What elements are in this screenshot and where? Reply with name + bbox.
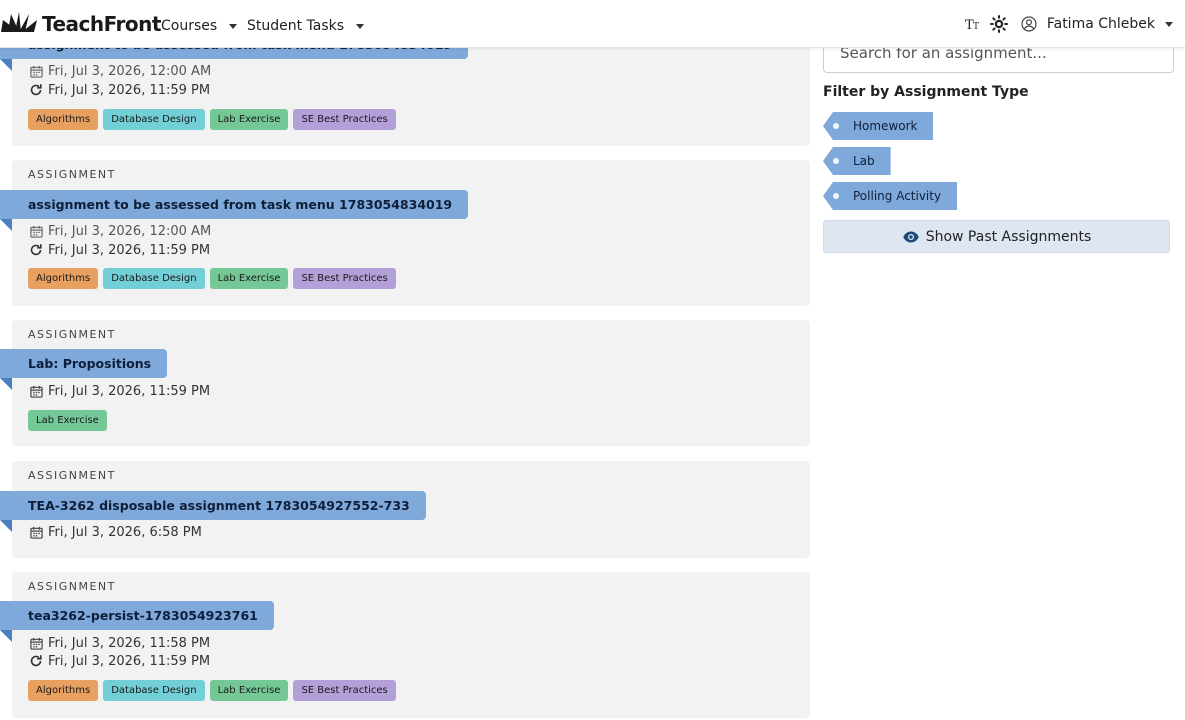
tag-database-design: Database Design (103, 268, 205, 289)
chip-dot (833, 193, 839, 199)
brand-name: TeachFront (42, 12, 161, 36)
tag-algorithms: Algorithms (28, 109, 99, 130)
chevron-down-icon (229, 23, 238, 29)
calendar-icon (28, 63, 44, 79)
chip-dot (833, 158, 839, 164)
due-date: Fri, Jul 3, 2026, 11:59 PM (28, 242, 210, 258)
ribbon-fold (0, 378, 12, 390)
filter-homework[interactable]: Homework (823, 112, 934, 140)
theme-toggle-icon[interactable] (989, 14, 1009, 34)
ribbon-fold (0, 630, 12, 642)
due-date-text: Fri, Jul 3, 2026, 11:59 PM (48, 242, 211, 258)
nav-right: TT Fatima Chlebek (957, 14, 1173, 34)
tag-database-design: Database Design (103, 109, 205, 130)
calendar-icon (28, 635, 44, 651)
tag-database-design: Database Design (103, 680, 205, 701)
calendar-icon (28, 223, 44, 239)
due-date-text: Fri, Jul 3, 2026, 11:59 PM (48, 653, 211, 669)
teachfront-logo-icon (0, 11, 38, 37)
tag-list: Algorithms Database Design Lab Exercise … (28, 680, 401, 701)
tag-lab-exercise: Lab Exercise (209, 109, 289, 130)
brand-logo[interactable]: TeachFront (0, 10, 161, 38)
assignment-card: ASSIGNMENT Lab: Propositions Fri, Jul 3,… (0, 320, 810, 446)
assignment-eyebrow: ASSIGNMENT (28, 580, 116, 593)
eye-icon (902, 228, 920, 246)
filter-title: Filter by Assignment Type (823, 84, 1029, 100)
ribbon-fold (0, 59, 12, 71)
due-date-text: Fri, Jul 3, 2026, 6:58 PM (48, 524, 202, 540)
user-avatar-icon[interactable] (1019, 14, 1039, 34)
tag-lab-exercise: Lab Exercise (209, 268, 289, 289)
show-past-label: Show Past Assignments (925, 228, 1092, 245)
tag-se-best-practices: SE Best Practices (293, 680, 396, 701)
tag-list: Algorithms Database Design Lab Exercise … (28, 268, 401, 289)
assignment-title-link[interactable]: tea3262-persist-1783054923761 (0, 601, 274, 630)
due-date-text: Fri, Jul 3, 2026, 11:59 PM (48, 82, 211, 98)
calendar-icon (28, 524, 44, 540)
tag-algorithms: Algorithms (28, 680, 99, 701)
tag-lab-exercise: Lab Exercise (209, 680, 289, 701)
tag-algorithms: Algorithms (28, 268, 99, 289)
tag-se-best-practices: SE Best Practices (293, 268, 396, 289)
start-date: Fri, Jul 3, 2026, 12:00 AM (28, 223, 211, 239)
tag-list: Algorithms Database Design Lab Exercise … (28, 109, 401, 130)
assignment-eyebrow: ASSIGNMENT (28, 469, 116, 482)
user-name[interactable]: Fatima Chlebek (1047, 16, 1155, 32)
text-size-icon[interactable]: TT (963, 14, 983, 34)
svg-text:T: T (973, 22, 979, 31)
assignment-title-link[interactable]: TEA-3262 disposable assignment 178305492… (0, 491, 426, 520)
ribbon-fold (0, 520, 12, 532)
assignment-eyebrow: ASSIGNMENT (28, 168, 116, 181)
refresh-icon (28, 82, 44, 98)
due-date: Fri, Jul 3, 2026, 11:59 PM (28, 82, 210, 98)
filter-label: Polling Activity (853, 189, 942, 203)
due-date: Fri, Jul 3, 2026, 11:59 PM (28, 383, 210, 399)
start-date: Fri, Jul 3, 2026, 12:00 AM (28, 63, 211, 79)
chevron-down-icon (356, 23, 365, 29)
filter-label: Homework (853, 119, 918, 133)
due-date-text: Fri, Jul 3, 2026, 11:59 PM (48, 383, 211, 399)
chip-dot (833, 123, 839, 129)
calendar-icon (28, 383, 44, 399)
assignment-eyebrow: ASSIGNMENT (28, 328, 116, 341)
chevron-down-icon[interactable] (1165, 21, 1173, 27)
due-date: Fri, Jul 3, 2026, 6:58 PM (28, 524, 202, 540)
assignment-card: ASSIGNMENT TEA-3262 disposable assignmen… (0, 461, 810, 558)
tag-lab-exercise: Lab Exercise (28, 410, 107, 431)
filter-label: Lab (853, 154, 875, 168)
filter-polling-activity[interactable]: Polling Activity (823, 182, 958, 210)
nav-student-tasks[interactable]: Student Tasks (247, 18, 365, 34)
due-date: Fri, Jul 3, 2026, 11:59 PM (28, 653, 210, 669)
assignment-title-link[interactable]: Lab: Propositions (0, 349, 168, 378)
ribbon-fold (0, 219, 12, 231)
assignment-card: ASSIGNMENT assignment to be assessed fro… (0, 160, 810, 306)
assignment-card: ASSIGNMENT tea3262-persist-1783054923761… (0, 572, 810, 718)
nav-courses-label: Courses (161, 18, 218, 34)
start-date: Fri, Jul 3, 2026, 11:58 PM (28, 635, 210, 651)
show-past-assignments-button[interactable]: Show Past Assignments (823, 220, 1170, 253)
nav-courses[interactable]: Courses (161, 18, 238, 34)
start-date-text: Fri, Jul 3, 2026, 11:58 PM (48, 635, 211, 651)
start-date-text: Fri, Jul 3, 2026, 12:00 AM (48, 63, 212, 79)
refresh-icon (28, 653, 44, 669)
tag-list: Lab Exercise (28, 410, 112, 431)
refresh-icon (28, 242, 44, 258)
nav-student-tasks-label: Student Tasks (247, 18, 345, 34)
start-date-text: Fri, Jul 3, 2026, 12:00 AM (48, 223, 212, 239)
navbar: TeachFront Courses Student Tasks TT Fati… (0, 0, 1185, 48)
assignment-title-link[interactable]: assignment to be assessed from task menu… (0, 190, 469, 219)
filter-lab[interactable]: Lab (823, 147, 891, 175)
tag-se-best-practices: SE Best Practices (293, 109, 396, 130)
